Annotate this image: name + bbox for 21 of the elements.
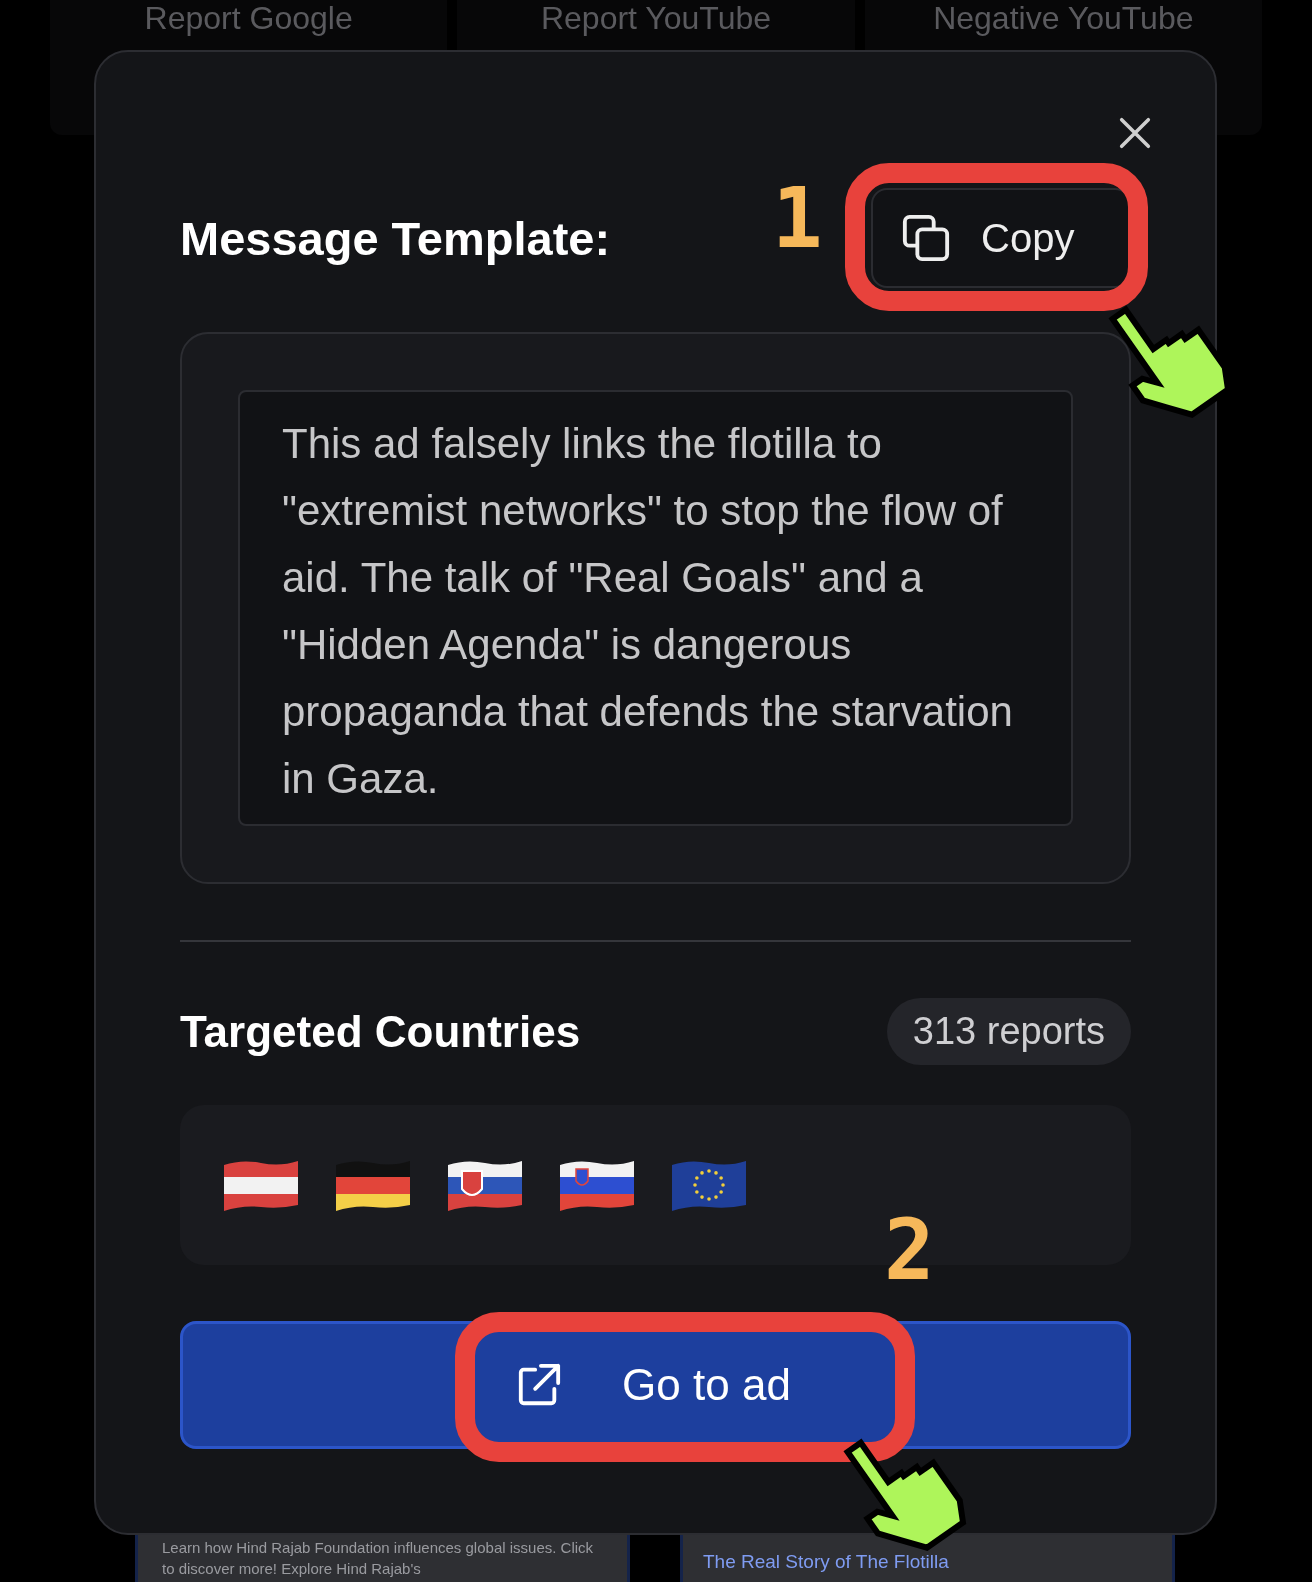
card-title: Negative YouTube [933, 0, 1194, 38]
template-text: This ad falsely links the flotilla to "extremist networks" to stop the flow of aid. The talk of "Real Goals" and a "Hidden Agenda" is dangerous propaganda that defends the starvation in Gaza. [282, 419, 1014, 804]
step-number: 1 [772, 176, 823, 260]
dialog-title: Message Template: [180, 210, 611, 266]
card-description: Learn how Hind Rajab Foundation influences global issues. Click to discover more! Explore Hind Rajab's [162, 1538, 595, 1579]
section-title: Targeted Countries [180, 1006, 581, 1057]
go-to-ad-button[interactable]: Go to ad [180, 1321, 1131, 1449]
crested-flag-icon [448, 1159, 522, 1211]
report-count-badge: 313 reports [886, 998, 1131, 1065]
striped-flag-icon [336, 1159, 410, 1211]
card-title: Report YouTube [540, 0, 772, 38]
star-circle-flag-icon [672, 1159, 746, 1211]
external-link-icon [516, 1362, 563, 1408]
copy-icon [901, 213, 951, 263]
template-textarea[interactable]: This ad falsely links the flotilla to "extremist networks" to stop the flow of aid. The talk of "Real Goals" and a "Hidden Agenda" is dangerous propaganda that defends the starvation in Gaza. [238, 390, 1073, 826]
article-link[interactable]: The Real Story of The Flotilla [703, 1551, 949, 1572]
crested-flag-icon [560, 1159, 634, 1211]
step-number: 2 [884, 1208, 935, 1292]
close-icon[interactable] [1119, 117, 1151, 149]
striped-flag-icon [224, 1159, 298, 1211]
card-title: Report Google [144, 0, 353, 38]
